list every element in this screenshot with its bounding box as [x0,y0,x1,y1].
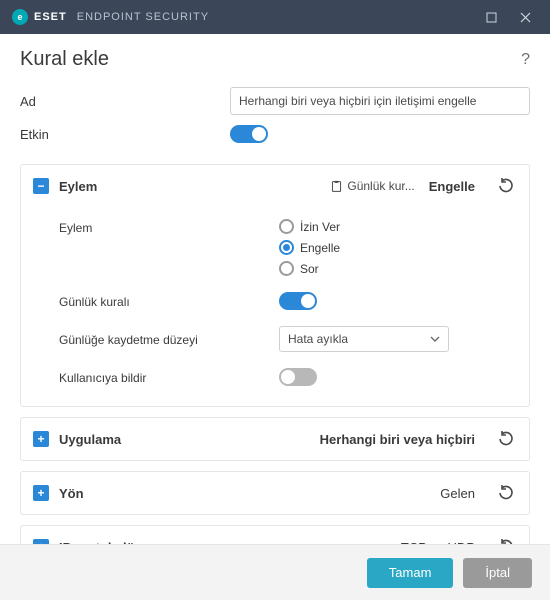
log-level-label: Günlüğe kaydetme düzeyi [59,331,279,347]
radio-block[interactable]: Engelle [279,240,517,255]
log-level-value: Hata ayıkla [288,332,348,346]
log-rule-toggle[interactable] [279,292,317,310]
maximize-icon [486,12,497,23]
collapse-icon: − [33,178,49,194]
section-protocol-header[interactable]: + IP protokolü TCP ve UDP [21,526,529,544]
section-action-reset-button[interactable] [495,175,517,197]
section-app-title: Uygulama [59,432,310,447]
action-row-label: Eylem [59,219,279,235]
help-button[interactable]: ? [521,51,530,69]
brand-product: ENDPOINT SECURITY [77,11,209,23]
expand-icon: + [33,431,49,447]
section-action-value: Engelle [429,179,475,194]
section-app-header[interactable]: + Uygulama Herhangi biri veya hiçbiri [21,418,529,460]
log-rule-badge-text: Günlük kur... [347,179,414,193]
radio-ask-label: Sor [300,262,319,276]
name-label: Ad [20,94,230,109]
radio-allow-label: İzin Ver [300,220,340,234]
ok-button[interactable]: Tamam [367,558,454,588]
undo-icon [498,485,514,501]
log-rule-badge: Günlük kur... [330,179,414,193]
section-app: + Uygulama Herhangi biri veya hiçbiri [20,417,530,461]
close-icon [520,12,531,23]
clipboard-icon [330,180,343,193]
titlebar: e ESET ENDPOINT SECURITY [0,0,550,34]
log-rule-label: Günlük kuralı [59,293,279,309]
notify-toggle[interactable] [279,368,317,386]
undo-icon [498,178,514,194]
section-protocol-title: IP protokolü [59,540,391,545]
section-action-header[interactable]: − Eylem Günlük kur... Engelle [21,165,529,207]
sections-scroll[interactable]: − Eylem Günlük kur... Engelle Eylem [20,164,540,544]
section-direction: + Yön Gelen [20,471,530,515]
page-title: Kural ekle [20,48,109,71]
brand-icon: e [12,9,28,25]
window-close-button[interactable] [508,0,542,34]
undo-icon [498,431,514,447]
enabled-toggle[interactable] [230,125,268,143]
action-radio-group: İzin Ver Engelle Sor [279,219,517,276]
undo-icon [498,539,514,544]
section-app-reset-button[interactable] [495,428,517,450]
window-maximize-button[interactable] [474,0,508,34]
radio-allow[interactable]: İzin Ver [279,219,517,234]
brand-name: ESET [34,11,67,23]
radio-icon [279,261,294,276]
log-level-select[interactable]: Hata ayıkla [279,326,449,352]
section-direction-header[interactable]: + Yön Gelen [21,472,529,514]
expand-icon: + [33,485,49,501]
footer: Tamam İptal [0,544,550,600]
section-action: − Eylem Günlük kur... Engelle Eylem [20,164,530,407]
expand-icon: + [33,539,49,544]
chevron-down-icon [430,334,440,344]
radio-ask[interactable]: Sor [279,261,517,276]
section-direction-reset-button[interactable] [495,482,517,504]
enabled-label: Etkin [20,127,230,142]
name-input[interactable] [230,87,530,115]
radio-icon [279,240,294,255]
section-protocol-reset-button[interactable] [495,536,517,544]
section-protocol: + IP protokolü TCP ve UDP [20,525,530,544]
radio-block-label: Engelle [300,241,340,255]
brand: e ESET ENDPOINT SECURITY [12,9,209,25]
section-action-title: Eylem [59,179,320,194]
section-direction-title: Yön [59,486,430,501]
section-app-value: Herhangi biri veya hiçbiri [320,432,475,447]
cancel-button[interactable]: İptal [463,558,532,588]
radio-icon [279,219,294,234]
notify-label: Kullanıcıya bildir [59,369,279,385]
section-direction-value: Gelen [440,486,475,501]
section-protocol-value: TCP ve UDP [401,540,475,545]
